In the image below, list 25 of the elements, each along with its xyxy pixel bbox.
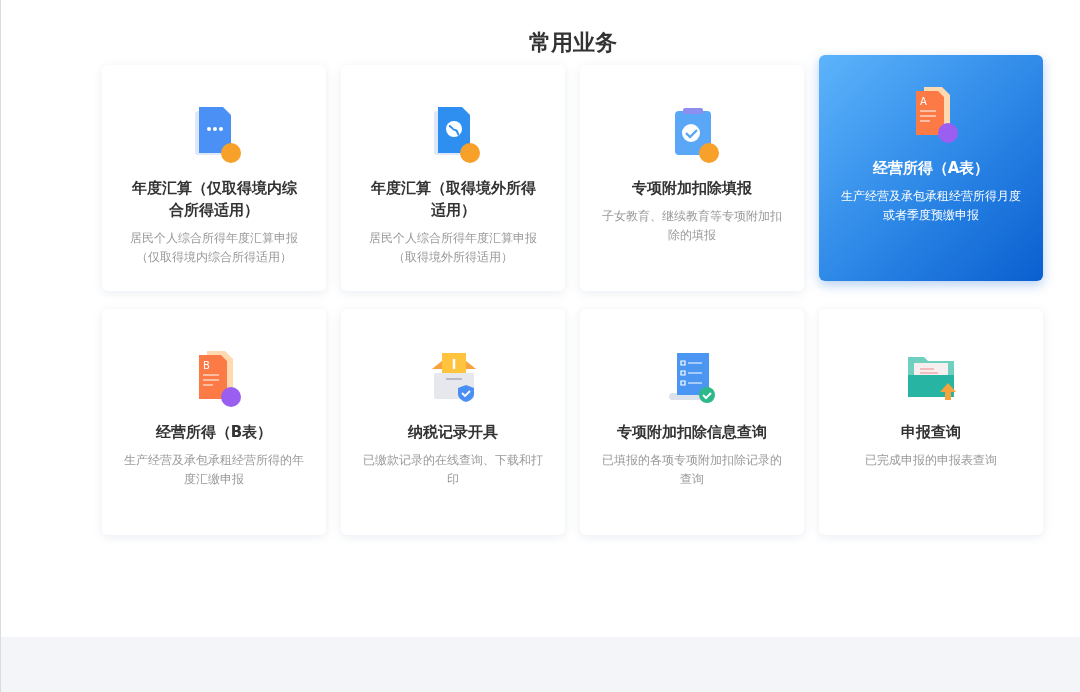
card-description: 生产经营及承包承租经营所得的年度汇缴申报 [124, 452, 304, 488]
service-card[interactable]: 年度汇算（取得境外所得适用） 居民个人综合所得年度汇算申报（取得境外所得适用） [341, 65, 565, 291]
card-description: 子女教育、继续教育等专项附加扣除的填报 [602, 208, 782, 244]
service-card[interactable]: 纳税记录开具 已缴款记录的在线查询、下载和打印 [341, 309, 565, 535]
card-title: 经营所得（B表） [155, 422, 273, 443]
card-description: 已填报的各项专项附加扣除记录的查询 [602, 452, 782, 488]
card-title: 专项附加扣除填报 [632, 178, 752, 199]
service-card[interactable]: 专项附加扣除信息查询 已填报的各项专项附加扣除记录的查询 [580, 309, 804, 535]
service-card[interactable]: 专项附加扣除填报 子女教育、继续教育等专项附加扣除的填报 [580, 65, 804, 291]
card-title: 纳税记录开具 [408, 422, 498, 443]
service-card[interactable]: 年度汇算（仅取得境内综合所得适用） 居民个人综合所得年度汇算申报（仅取得境内综合所得适用） [102, 65, 326, 291]
card-description: 居民个人综合所得年度汇算申报（仅取得境内综合所得适用） [129, 230, 299, 266]
card-description: 已缴款记录的在线查询、下载和打印 [363, 452, 543, 488]
section-title: 常用业务 [527, 29, 618, 57]
card-description: 已完成申报的申报表查询 [865, 452, 997, 469]
card-description: 生产经营及承包承租经营所得月度或者季度预缴申报 [841, 188, 1021, 224]
card-description: 居民个人综合所得年度汇算申报（取得境外所得适用） [368, 230, 538, 266]
card-title: 经营所得（A表） [872, 158, 990, 179]
service-card[interactable]: A 经营所得（A表） 生产经营及承包承租经营所得月度或者季度预缴申报 [819, 55, 1043, 281]
card-title: 年度汇算（仅取得境内综合所得适用） [130, 178, 298, 221]
card-title: 专项附加扣除信息查询 [617, 422, 767, 443]
service-card[interactable]: 申报查询 已完成申报的申报表查询 [819, 309, 1043, 535]
card-title: 年度汇算（取得境外所得适用） [369, 178, 537, 221]
card-title: 申报查询 [901, 422, 961, 443]
service-card[interactable]: B 经营所得（B表） 生产经营及承包承租经营所得的年度汇缴申报 [102, 309, 326, 535]
